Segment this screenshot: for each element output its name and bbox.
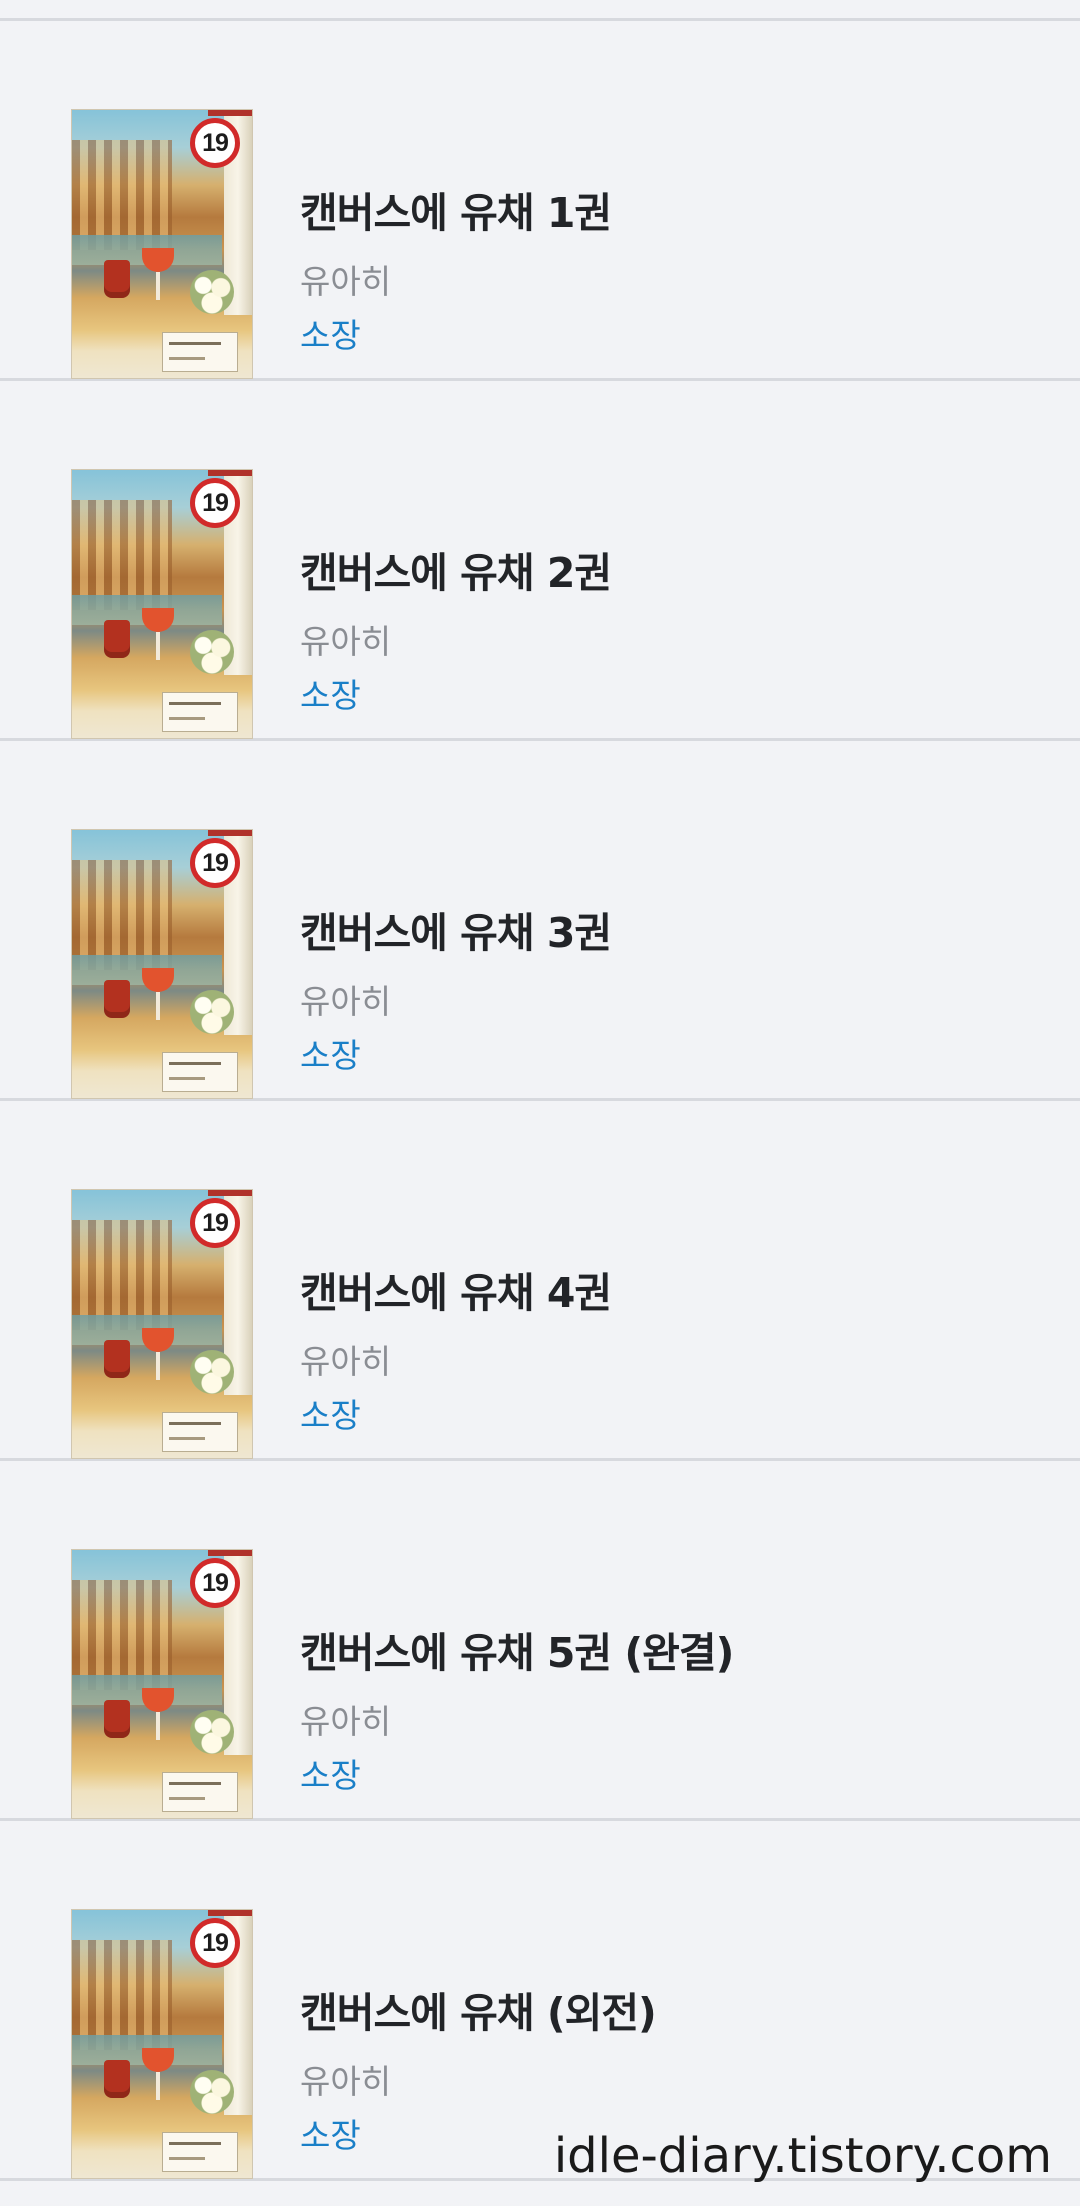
cover-title-label xyxy=(162,2132,238,2172)
book-title[interactable]: 캔버스에 유채 3권 xyxy=(300,899,612,959)
book-author: 유아히 xyxy=(300,622,392,661)
ownership-status: 소장 xyxy=(300,316,361,355)
cover-art-building xyxy=(72,500,172,610)
cover-top-band xyxy=(208,1910,252,1916)
book-author: 유아히 xyxy=(300,262,392,301)
book-author: 유아히 xyxy=(300,982,392,1021)
ownership-status: 소장 xyxy=(300,1036,361,1075)
cover-title-label xyxy=(162,1412,238,1452)
cover-top-band xyxy=(208,110,252,116)
ownership-status: 소장 xyxy=(300,2116,361,2155)
ownership-status: 소장 xyxy=(300,676,361,715)
book-cover-image[interactable]: 19 xyxy=(72,1550,252,1818)
cover-art-building xyxy=(72,1580,172,1690)
cover-art-cocktail xyxy=(142,608,174,632)
book-list-item[interactable]: 19 캔버스에 유채 (외전) 유아히 소장 xyxy=(0,1821,1080,2181)
cover-art-drink xyxy=(104,2060,130,2098)
book-list: 19 캔버스에 유채 1권 유아히 소장 19 캔버스에 유채 2권 유아히 소… xyxy=(0,21,1080,2181)
cover-art-drink xyxy=(104,1700,130,1738)
cover-top-band xyxy=(208,470,252,476)
book-cover-image[interactable]: 19 xyxy=(72,1910,252,2178)
cover-art-cocktail xyxy=(142,248,174,272)
book-cover-image[interactable]: 19 xyxy=(72,110,252,378)
cover-art-building xyxy=(72,140,172,250)
book-cover-image[interactable]: 19 xyxy=(72,830,252,1098)
book-author: 유아히 xyxy=(300,1702,392,1741)
cover-top-band xyxy=(208,830,252,836)
cover-art-flowers xyxy=(190,2070,234,2114)
book-list-item[interactable]: 19 캔버스에 유채 4권 유아히 소장 xyxy=(0,1101,1080,1461)
cover-art-drink xyxy=(104,620,130,658)
cover-art-cocktail xyxy=(142,968,174,992)
cover-art-flowers xyxy=(190,630,234,674)
age-19-badge-icon: 19 xyxy=(190,1918,240,1968)
book-cover-image[interactable]: 19 xyxy=(72,1190,252,1458)
cover-art-flowers xyxy=(190,270,234,314)
library-book-list-page: 19 캔버스에 유채 1권 유아히 소장 19 캔버스에 유채 2권 유아히 소… xyxy=(0,0,1080,2206)
book-author: 유아히 xyxy=(300,1342,392,1381)
book-list-item[interactable]: 19 캔버스에 유채 3권 유아히 소장 xyxy=(0,741,1080,1101)
cover-art-drink xyxy=(104,980,130,1018)
cover-title-label xyxy=(162,692,238,732)
age-19-badge-icon: 19 xyxy=(190,118,240,168)
book-author: 유아히 xyxy=(300,2062,392,2101)
cover-title-label xyxy=(162,332,238,372)
cover-art-building xyxy=(72,1220,172,1330)
ownership-status: 소장 xyxy=(300,1756,361,1795)
cover-art-flowers xyxy=(190,1710,234,1754)
cover-title-label xyxy=(162,1772,238,1812)
book-title[interactable]: 캔버스에 유채 (외전) xyxy=(300,1979,657,2039)
cover-art-cocktail xyxy=(142,1688,174,1712)
book-list-item[interactable]: 19 캔버스에 유채 1권 유아히 소장 xyxy=(0,21,1080,381)
cover-top-band xyxy=(208,1550,252,1556)
book-title[interactable]: 캔버스에 유채 5권 (완결) xyxy=(300,1619,734,1679)
cover-top-band xyxy=(208,1190,252,1196)
watermark-text: idle-diary.tistory.com xyxy=(553,2128,1052,2184)
cover-art-cocktail xyxy=(142,1328,174,1352)
cover-art-glass-stem xyxy=(156,1352,160,1380)
cover-art-glass-stem xyxy=(156,272,160,300)
cover-art-building xyxy=(72,1940,172,2050)
cover-art-glass-stem xyxy=(156,2072,160,2100)
age-19-badge-icon: 19 xyxy=(190,1558,240,1608)
cover-art-cocktail xyxy=(142,2048,174,2072)
book-list-item[interactable]: 19 캔버스에 유채 2권 유아히 소장 xyxy=(0,381,1080,741)
cover-art-drink xyxy=(104,260,130,298)
age-19-badge-icon: 19 xyxy=(190,838,240,888)
book-title[interactable]: 캔버스에 유채 1권 xyxy=(300,179,612,239)
cover-art-building xyxy=(72,860,172,970)
ownership-status: 소장 xyxy=(300,1396,361,1435)
cover-art-drink xyxy=(104,1340,130,1378)
age-19-badge-icon: 19 xyxy=(190,1198,240,1248)
cover-art-flowers xyxy=(190,990,234,1034)
book-cover-image[interactable]: 19 xyxy=(72,470,252,738)
book-title[interactable]: 캔버스에 유채 4권 xyxy=(300,1259,612,1319)
cover-art-flowers xyxy=(190,1350,234,1394)
cover-art-glass-stem xyxy=(156,1712,160,1740)
cover-art-glass-stem xyxy=(156,992,160,1020)
book-list-item[interactable]: 19 캔버스에 유채 5권 (완결) 유아히 소장 xyxy=(0,1461,1080,1821)
cover-title-label xyxy=(162,1052,238,1092)
age-19-badge-icon: 19 xyxy=(190,478,240,528)
book-title[interactable]: 캔버스에 유채 2권 xyxy=(300,539,612,599)
cover-art-glass-stem xyxy=(156,632,160,660)
